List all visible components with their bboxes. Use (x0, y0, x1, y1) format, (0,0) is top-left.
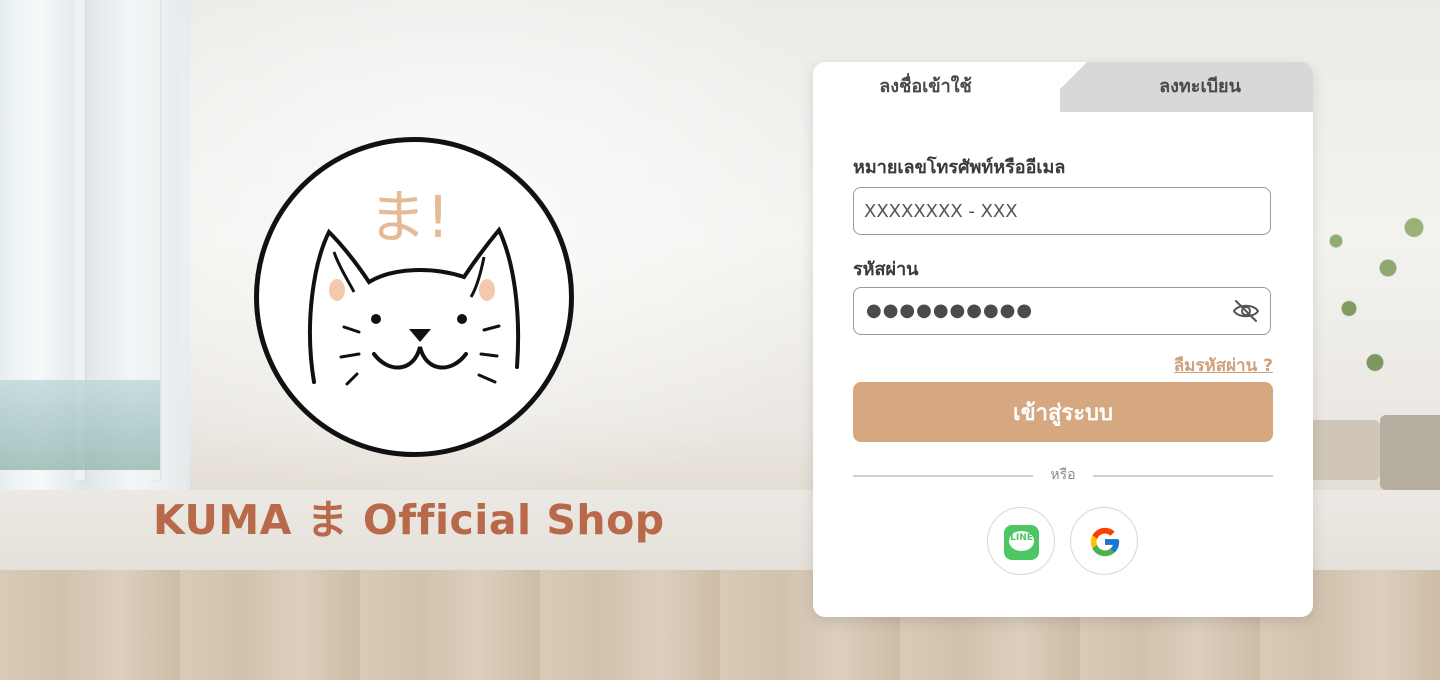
phone-email-input[interactable] (854, 188, 1224, 234)
line-icon-text: LINE (1010, 533, 1033, 543)
logo-mark-text: ま! (368, 183, 449, 251)
window-sea-view (0, 380, 160, 470)
divider-right (1093, 475, 1273, 477)
tab-divider (1037, 62, 1087, 112)
line-icon: LINE (1004, 525, 1039, 560)
eye-off-icon[interactable] (1232, 299, 1260, 323)
shop-logo: ま! (254, 137, 574, 457)
divider-left (853, 475, 1033, 477)
tab-login[interactable]: ลงชื่อเข้าใช้ (813, 62, 1038, 112)
phone-email-label: หมายเลขโทรศัพท์หรืออีเมล (853, 157, 1066, 178)
password-input-value[interactable]: ●●●●●●●●●● (866, 288, 1033, 334)
cat-face-icon: ま! (308, 183, 521, 386)
line-login-button[interactable]: LINE (987, 507, 1055, 575)
background-pot (1310, 420, 1380, 480)
phone-email-field-box (853, 187, 1271, 235)
background-plant (1310, 160, 1440, 430)
shop-name: KUMA ま Official Shop (153, 496, 665, 544)
divider-or-text: หรือ (1050, 467, 1076, 483)
google-login-button[interactable] (1070, 507, 1138, 575)
login-card (813, 62, 1313, 617)
login-button[interactable]: เข้าสู่ระบบ (853, 382, 1273, 442)
background-pot (1380, 415, 1440, 490)
password-field[interactable]: ●●●●●●●●●● (853, 287, 1271, 335)
forgot-password-link[interactable]: ลืมรหัสผ่าน ? (1174, 352, 1273, 379)
google-icon (1090, 527, 1120, 557)
password-label: รหัสผ่าน (853, 259, 919, 280)
tab-register[interactable]: ลงทะเบียน (1090, 62, 1310, 112)
